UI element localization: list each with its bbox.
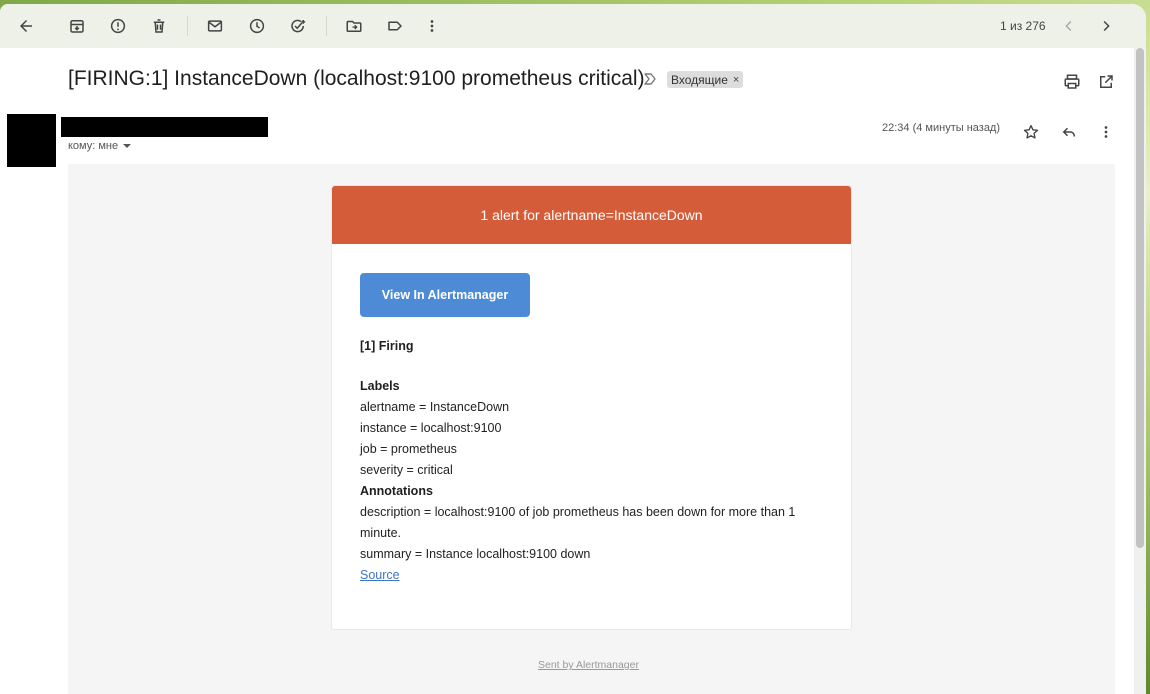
annotations-heading: Annotations (360, 484, 433, 498)
add-task-icon[interactable] (287, 15, 309, 37)
view-in-alertmanager-button[interactable]: View In Alertmanager (360, 273, 530, 317)
more-vert-icon[interactable] (421, 15, 443, 37)
alert-card: 1 alert for alertname=InstanceDown View … (331, 185, 852, 630)
remove-label-button[interactable]: × (733, 74, 739, 86)
back-arrow-icon[interactable] (15, 15, 37, 37)
inbox-label-text: Входящие (671, 72, 728, 87)
chevron-right-icon[interactable] (1095, 15, 1117, 37)
archive-icon[interactable] (66, 15, 88, 37)
reply-icon[interactable] (1059, 122, 1079, 142)
firing-count: [1] Firing (360, 339, 414, 353)
annotation-description-line2: minute. (360, 526, 401, 540)
alert-card-header: 1 alert for alertname=InstanceDown (332, 186, 851, 244)
recipient-text: кому: мне (68, 140, 119, 152)
importance-marker-icon[interactable] (643, 72, 657, 86)
gmail-window: 1 из 276 [FIRING:1] InstanceDown (localh… (0, 4, 1146, 694)
label-job: job = prometheus (360, 442, 457, 456)
sender-avatar[interactable] (7, 114, 56, 167)
print-icon[interactable] (1062, 72, 1082, 92)
label-instance: instance = localhost:9100 (360, 421, 502, 435)
toolbar: 1 из 276 (0, 4, 1146, 48)
sent-by-alertmanager-link[interactable]: Sent by Alertmanager (538, 659, 639, 671)
more-vert-icon[interactable] (1096, 122, 1116, 142)
email-subject: [FIRING:1] InstanceDown (localhost:9100 … (68, 67, 645, 90)
toolbar-divider (187, 16, 188, 36)
label-icon[interactable] (384, 15, 406, 37)
delete-icon[interactable] (148, 15, 170, 37)
annotation-description-line1: description = localhost:9100 of job prom… (360, 505, 796, 519)
label-alertname: alertname = InstanceDown (360, 400, 510, 414)
chevron-left-icon[interactable] (1058, 15, 1080, 37)
toolbar-divider (326, 16, 327, 36)
recipient-details[interactable]: кому: мне (68, 140, 132, 152)
snooze-icon[interactable] (246, 15, 268, 37)
star-icon[interactable] (1021, 122, 1041, 142)
move-to-icon[interactable] (343, 15, 365, 37)
open-new-window-icon[interactable] (1096, 72, 1116, 92)
pager-count: 1 из 276 (1000, 19, 1046, 33)
dropdown-caret-icon[interactable] (122, 143, 132, 149)
report-spam-icon[interactable] (107, 15, 129, 37)
source-link[interactable]: Source (360, 568, 400, 582)
email-timestamp: 22:34 (4 минуты назад) (882, 122, 1001, 134)
sender-name-redacted[interactable] (61, 117, 268, 137)
inbox-label-chip: Входящие × (667, 71, 744, 88)
annotation-summary: summary = Instance localhost:9100 down (360, 547, 591, 561)
scrollbar[interactable] (1134, 48, 1146, 694)
label-severity: severity = critical (360, 463, 453, 477)
labels-heading: Labels (360, 379, 400, 393)
mark-unread-icon[interactable] (204, 15, 226, 37)
scrollbar-thumb[interactable] (1136, 48, 1144, 548)
